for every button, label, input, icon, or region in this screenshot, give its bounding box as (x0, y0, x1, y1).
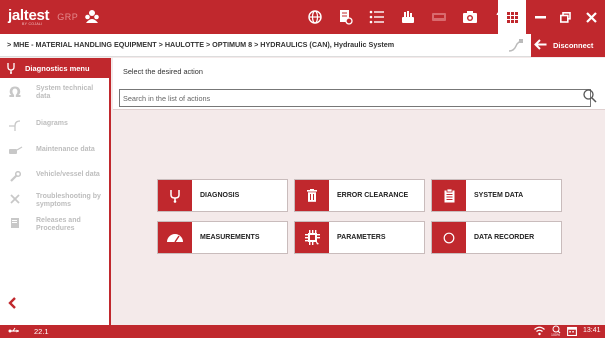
zoom-indicator[interactable]: 100% (550, 325, 564, 338)
minimize-button[interactable] (527, 0, 553, 34)
action-label: SYSTEM DATA (474, 192, 524, 199)
clipboard-icon (432, 180, 466, 211)
sidebar-collapse-icon[interactable] (8, 296, 16, 314)
globe-icon[interactable] (302, 0, 328, 34)
apps-grid-icon[interactable] (498, 0, 526, 34)
disconnect-button[interactable]: Disconnect (531, 34, 605, 57)
cable-icon (508, 39, 524, 57)
logo-subtext: BY COJALI (22, 21, 43, 26)
wifi-icon (534, 326, 545, 338)
record-icon (432, 222, 466, 253)
data-recorder-button[interactable]: DATA RECORDER (431, 221, 562, 254)
action-label: DIAGNOSIS (200, 192, 240, 199)
clock-label: 13:41 (583, 327, 601, 334)
version-label: 22.1 (34, 327, 49, 336)
sidebar-item-label: Diagnostics menu (25, 63, 90, 73)
stethoscope-icon (6, 62, 17, 74)
action-label: PARAMETERS (337, 234, 386, 241)
people-icon[interactable] (84, 9, 100, 26)
sidebar-item-diagnostics-menu[interactable]: Diagnostics menu (0, 58, 109, 78)
group-label: GRP (57, 12, 79, 22)
error-clearance-button[interactable]: ERROR CLEARANCE (294, 179, 425, 212)
close-button[interactable] (578, 0, 604, 34)
search-input[interactable] (119, 89, 591, 107)
document-search-icon[interactable] (333, 0, 359, 34)
stethoscope-icon (158, 180, 192, 211)
zoom-label: 100% (551, 333, 560, 337)
app-logo: jaltest BY COJALI GRP (8, 6, 100, 26)
sidebar-item-label: Diagrams (36, 120, 68, 127)
diagnosis-button[interactable]: DIAGNOSIS (157, 179, 288, 212)
breadcrumb-bar: > MHE - MATERIAL HANDLING EQUIPMENT > HA… (0, 34, 605, 57)
back-arrow-icon (534, 38, 547, 53)
sidebar-item-system-technical-data[interactable]: Ω System technical data (0, 85, 109, 101)
action-instruction-bar: Select the desired action (113, 58, 605, 86)
search-bar (113, 86, 605, 110)
tools-icon (4, 193, 26, 205)
sidebar-item-releases-procedures[interactable]: Releases and Procedures (0, 217, 109, 233)
disconnect-label: Disconnect (553, 41, 594, 50)
sidebar: Diagnostics menu Ω System technical data… (0, 58, 111, 325)
measurements-button[interactable]: MEASUREMENTS (157, 221, 288, 254)
truck-icon[interactable] (426, 0, 452, 34)
wrench-icon (4, 171, 26, 183)
gauge-icon (158, 222, 192, 253)
sidebar-item-troubleshooting[interactable]: Troubleshooting by symptoms (0, 193, 109, 209)
action-label: DATA RECORDER (474, 234, 535, 241)
action-label: ERROR CLEARANCE (337, 192, 409, 199)
instruction-text: Select the desired action (123, 67, 203, 76)
diagram-icon (4, 120, 26, 132)
hand-icon[interactable] (395, 0, 421, 34)
sidebar-item-diagrams[interactable]: Diagrams (0, 120, 109, 132)
sidebar-item-label: System technical data (36, 85, 94, 100)
sidebar-item-label: Troubleshooting by symptoms (36, 193, 101, 208)
logo-text: jaltest (8, 6, 50, 24)
sidebar-item-vehicle-vessel-data[interactable]: Vehicle/vessel data (0, 171, 109, 183)
list-icon[interactable] (364, 0, 390, 34)
parameters-button[interactable]: PARAMETERS (294, 221, 425, 254)
top-bar: jaltest BY COJALI GRP ? (0, 0, 605, 34)
sidebar-item-label: Maintenance data (36, 146, 95, 153)
status-bar: 22.1 100% 13:41 (0, 325, 605, 338)
oil-can-icon (4, 146, 26, 156)
calendar-icon (567, 326, 577, 338)
action-label: MEASUREMENTS (200, 234, 260, 241)
usb-icon (8, 326, 20, 338)
system-data-button[interactable]: SYSTEM DATA (431, 179, 562, 212)
omega-icon: Ω (4, 85, 26, 99)
sidebar-item-maintenance-data[interactable]: Maintenance data (0, 146, 109, 156)
svg-text:Ω: Ω (9, 85, 21, 99)
sidebar-item-label: Vehicle/vessel data (36, 171, 100, 178)
sidebar-item-label: Releases and Procedures (36, 217, 81, 232)
restore-button[interactable] (552, 0, 578, 34)
book-icon (4, 217, 26, 229)
breadcrumb[interactable]: > MHE - MATERIAL HANDLING EQUIPMENT > HA… (7, 40, 394, 49)
search-icon[interactable] (583, 89, 597, 108)
chip-icon (295, 222, 329, 253)
trash-icon (295, 180, 329, 211)
camera-icon[interactable] (457, 0, 483, 34)
